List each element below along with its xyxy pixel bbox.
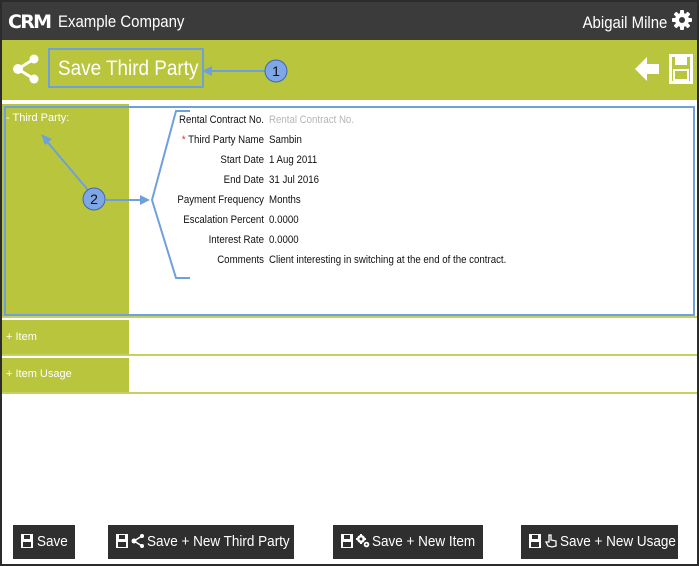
floppy-icon xyxy=(529,534,541,548)
company-name: Example Company xyxy=(58,12,185,31)
section-item-toggle[interactable]: + Item xyxy=(6,331,37,343)
callout-1-number: 1 xyxy=(272,63,280,79)
comments-value[interactable]: Client interesting in switching at the e… xyxy=(269,254,506,266)
callout-2-number: 2 xyxy=(90,191,98,207)
section-item-usage: + Item Usage xyxy=(2,358,697,394)
save-new-third-party-label: Save + New Third Party xyxy=(147,533,290,550)
start-date-value[interactable]: 1 Aug 2011 xyxy=(269,154,317,166)
save-new-item-label: Save + New Item xyxy=(372,533,476,550)
callout-1: 1 xyxy=(202,59,288,83)
page-title: Save Third Party xyxy=(58,57,199,80)
floppy-icon xyxy=(341,534,353,548)
gear-icon[interactable] xyxy=(672,10,692,30)
share-icon xyxy=(131,534,144,548)
top-bar: CRM Example Company Abigail Milne xyxy=(2,2,697,40)
end-date-value[interactable]: 31 Jul 2016 xyxy=(269,174,319,186)
section-item-sidebar: + Item xyxy=(2,320,129,354)
crm-logo: CRM xyxy=(8,11,52,33)
interest-rate-value[interactable]: 0.0000 xyxy=(269,234,299,246)
payment-frequency-value[interactable]: Months xyxy=(269,194,301,206)
save-new-item-button[interactable]: Save + New Item xyxy=(333,525,483,559)
floppy-icon xyxy=(21,534,33,548)
floppy-save-icon[interactable] xyxy=(669,54,693,84)
third-party-name-value[interactable]: Sambin xyxy=(269,134,302,146)
third-party-name-label: Third Party Name xyxy=(188,134,264,146)
title-bar: Save Third Party xyxy=(2,40,697,100)
section-item: + Item xyxy=(2,320,697,356)
svg-text:CRM: CRM xyxy=(8,11,52,33)
callout-2: 2 xyxy=(41,110,190,279)
share-icon xyxy=(13,54,39,84)
back-arrow-icon[interactable] xyxy=(634,55,660,83)
rental-contract-input[interactable]: Rental Contract No. xyxy=(269,114,354,126)
hand-pointer-icon xyxy=(544,534,557,548)
gears-icon xyxy=(356,534,370,548)
section-item-usage-sidebar: + Item Usage xyxy=(2,358,129,392)
floppy-icon xyxy=(116,534,128,548)
escalation-percent-value[interactable]: 0.0000 xyxy=(269,214,299,226)
save-new-usage-label: Save + New Usage xyxy=(560,533,676,550)
save-button-label: Save xyxy=(37,533,68,550)
save-new-usage-button[interactable]: Save + New Usage xyxy=(521,525,678,559)
user-name[interactable]: Abigail Milne xyxy=(582,13,667,33)
section-item-usage-toggle[interactable]: + Item Usage xyxy=(6,368,72,380)
save-button[interactable]: Save xyxy=(13,525,75,559)
save-new-third-party-button[interactable]: Save + New Third Party xyxy=(108,525,294,559)
page-title-highlight: Save Third Party xyxy=(48,48,204,88)
